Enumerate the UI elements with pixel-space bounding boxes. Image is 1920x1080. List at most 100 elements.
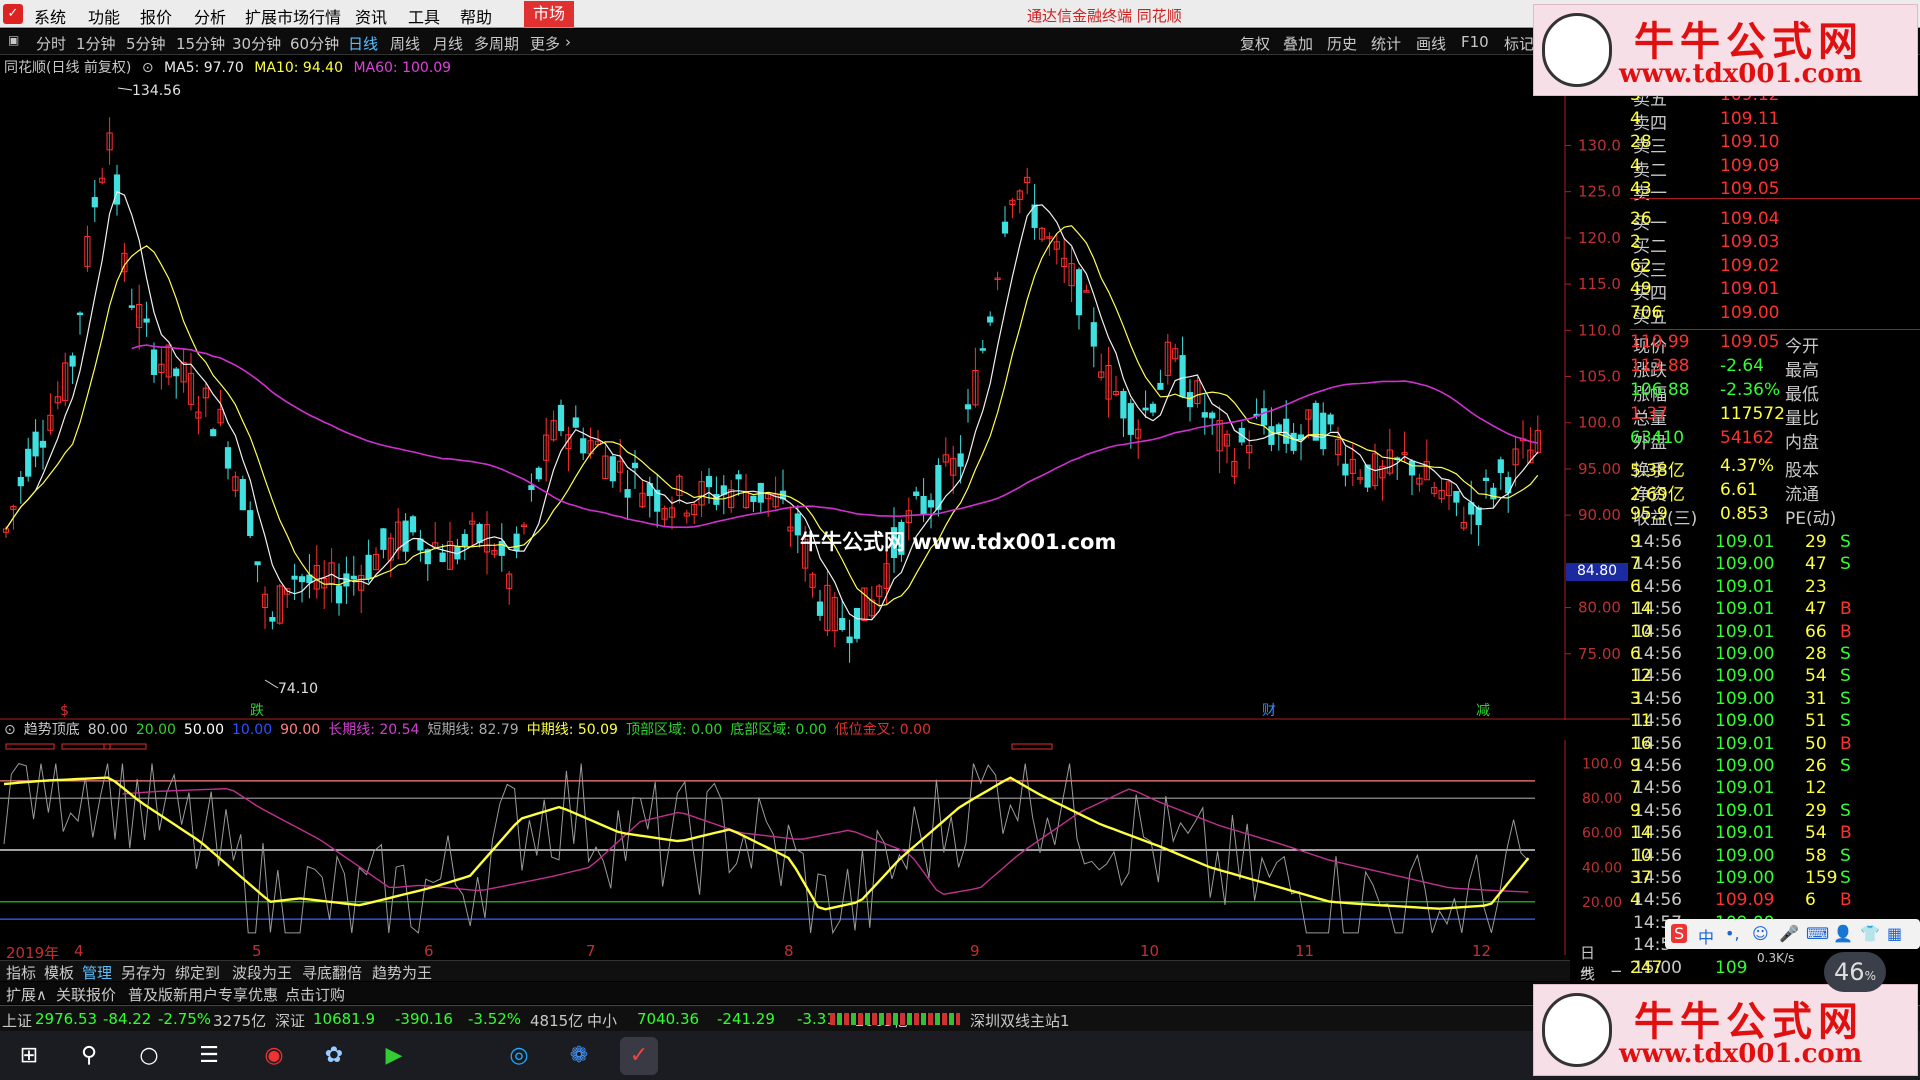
menu-item-extended-market[interactable]: 扩展市场行情 <box>245 4 341 28</box>
indicator-value: 低位金叉: 0.00 <box>834 722 931 738</box>
chevron-right-icon[interactable]: › <box>565 33 571 51</box>
subscribe-link[interactable]: 点击订购 <box>285 984 345 1005</box>
quote-label: 流通 <box>1785 485 1819 505</box>
ind-y-label: 100.0 <box>1582 757 1622 773</box>
indicator-chart[interactable]: 100.0 80.00 60.00 40.00 20.00 <box>0 740 1630 955</box>
tool-overlay[interactable]: 叠加 <box>1283 33 1313 54</box>
tool-f10[interactable]: F10 <box>1461 33 1489 51</box>
baidu-icon[interactable]: ❁ <box>560 1037 598 1075</box>
tab-save-as[interactable]: 另存为 <box>121 962 166 983</box>
ime-button[interactable]: 中 <box>1698 924 1714 948</box>
tf-multi-period[interactable]: 多周期 <box>474 33 519 54</box>
tf-daily[interactable]: 日线 <box>348 33 378 54</box>
indicator-value: 10.00 <box>232 722 273 738</box>
tab-manage[interactable]: 管理 <box>82 962 112 983</box>
tf-60min[interactable]: 60分钟 <box>290 33 339 54</box>
candle-body <box>1186 392 1194 408</box>
event-marker[interactable]: 减 <box>1476 703 1490 719</box>
zoom-out-button[interactable]: − <box>1610 962 1623 980</box>
menu-item-quote[interactable]: 报价 <box>140 4 172 28</box>
tf-minute-chart[interactable]: 分时 <box>36 33 66 54</box>
tool-history[interactable]: 历史 <box>1327 33 1357 54</box>
ime-button[interactable]: S <box>1671 924 1688 943</box>
tf-weekly[interactable]: 周线 <box>390 33 420 54</box>
tf-1min[interactable]: 1分钟 <box>76 33 116 54</box>
menu-item-analysis[interactable]: 分析 <box>194 4 226 28</box>
player-icon[interactable]: ▶ <box>375 1037 413 1075</box>
tick-price: 109.00 <box>1715 644 1775 664</box>
tf-15min[interactable]: 15分钟 <box>176 33 225 54</box>
tf-monthly[interactable]: 月线 <box>433 33 463 54</box>
browser-icon[interactable]: ◎ <box>500 1037 538 1075</box>
taskview-icon[interactable]: ☰ <box>190 1037 228 1075</box>
ime-button[interactable]: ▦ <box>1887 924 1902 943</box>
panel-toggle-icon[interactable]: ▣ <box>8 33 19 47</box>
tab-indicator[interactable]: 指标 <box>6 962 36 983</box>
speed-percent-badge[interactable]: 46% <box>1824 952 1886 992</box>
tab-template[interactable]: 模板 <box>44 962 74 983</box>
candle-body <box>580 438 587 454</box>
cortana-icon[interactable]: ○ <box>130 1037 168 1075</box>
quote-value: 0.853 <box>1720 504 1769 524</box>
expand-button[interactable]: 扩展∧ <box>6 984 47 1005</box>
market-button[interactable]: 市场 <box>524 1 574 27</box>
candle-body <box>1201 412 1208 418</box>
tonghuashun-icon[interactable]: ✓ <box>620 1037 658 1075</box>
menu-item-tools[interactable]: 工具 <box>408 4 440 28</box>
tf-more[interactable]: 更多 <box>530 33 560 54</box>
pinwheel-icon[interactable]: ✿ <box>315 1037 353 1075</box>
x-tick-label: 9 <box>970 942 980 960</box>
y-tick-label: 115.0 <box>1578 275 1621 293</box>
order-row: 买三 109.02 62 <box>1630 256 1920 281</box>
ime-button[interactable]: 🎤 <box>1779 924 1799 943</box>
linked-quote-button[interactable]: 关联报价 <box>56 984 116 1005</box>
event-marker[interactable]: 跌 <box>250 703 264 719</box>
app-logo-icon[interactable]: ✓ <box>3 4 23 24</box>
tf-30min[interactable]: 30分钟 <box>232 33 281 54</box>
net-speed: 0.3K/s <box>1757 951 1795 965</box>
menu-item-system[interactable]: 系统 <box>34 4 66 28</box>
tick-price: 109.01 <box>1715 532 1775 552</box>
y-tick-label: 130.0 <box>1578 136 1621 154</box>
ime-button[interactable]: ⌨ <box>1806 924 1829 943</box>
divider <box>1630 329 1920 330</box>
tool-restore-rights[interactable]: 复权 <box>1240 33 1270 54</box>
tick-count: 247 <box>1630 957 1663 978</box>
tf-5min[interactable]: 5分钟 <box>126 33 166 54</box>
candle-body <box>1453 490 1460 503</box>
search-icon[interactable]: ⚲ <box>70 1037 108 1075</box>
ma5-value: MA5: 97.70 <box>164 60 244 76</box>
tool-draw-line[interactable]: 画线 <box>1416 33 1446 54</box>
event-marker[interactable]: $ <box>60 703 69 719</box>
start-icon[interactable]: ⊞ <box>10 1037 48 1075</box>
netease-icon[interactable]: ◉ <box>255 1037 293 1075</box>
candlestick-chart[interactable]: 130.0 125.0 120.0 115.0 110.0 105.0 100.0 95.00… <box>0 80 1630 720</box>
event-marker[interactable]: 财 <box>1262 703 1276 719</box>
menu-item-help[interactable]: 帮助 <box>460 4 492 28</box>
tab-trend-king[interactable]: 趋势为王 <box>372 962 432 983</box>
tab-bottom-double[interactable]: 寻底翻倍 <box>302 962 362 983</box>
candle-body <box>913 491 920 496</box>
tab-wave-king[interactable]: 波段为王 <box>232 962 292 983</box>
zoom-in-button[interactable]: + <box>1580 962 1593 980</box>
ime-button[interactable]: •, <box>1725 924 1740 943</box>
menu-item-news[interactable]: 资讯 <box>355 4 387 28</box>
quote-value: 1.37 <box>1630 404 1668 424</box>
tick-count: 4 <box>1630 890 1641 911</box>
quote-value: 63410 <box>1630 428 1685 448</box>
candle-body <box>1001 221 1009 234</box>
ime-button[interactable]: 👕 <box>1860 924 1880 943</box>
high-label: 134.56 <box>132 83 181 99</box>
tool-statistics[interactable]: 统计 <box>1371 33 1401 54</box>
tab-bind-to[interactable]: 绑定到 <box>175 962 220 983</box>
quote-label: 最低 <box>1785 385 1819 405</box>
ime-button[interactable]: 👤 <box>1833 924 1853 943</box>
ime-button[interactable]: ☺ <box>1752 924 1769 943</box>
indicator-toggle-icon[interactable]: ⊙ <box>4 722 16 738</box>
indicator-value: 50.00 <box>183 722 225 738</box>
info-toggle-icon[interactable]: ⊙ <box>142 60 154 76</box>
candle-body <box>1157 382 1164 390</box>
order-volume: 2 <box>1630 232 1641 252</box>
menu-item-function[interactable]: 功能 <box>88 4 120 28</box>
tool-mark[interactable]: 标记 <box>1504 33 1534 54</box>
